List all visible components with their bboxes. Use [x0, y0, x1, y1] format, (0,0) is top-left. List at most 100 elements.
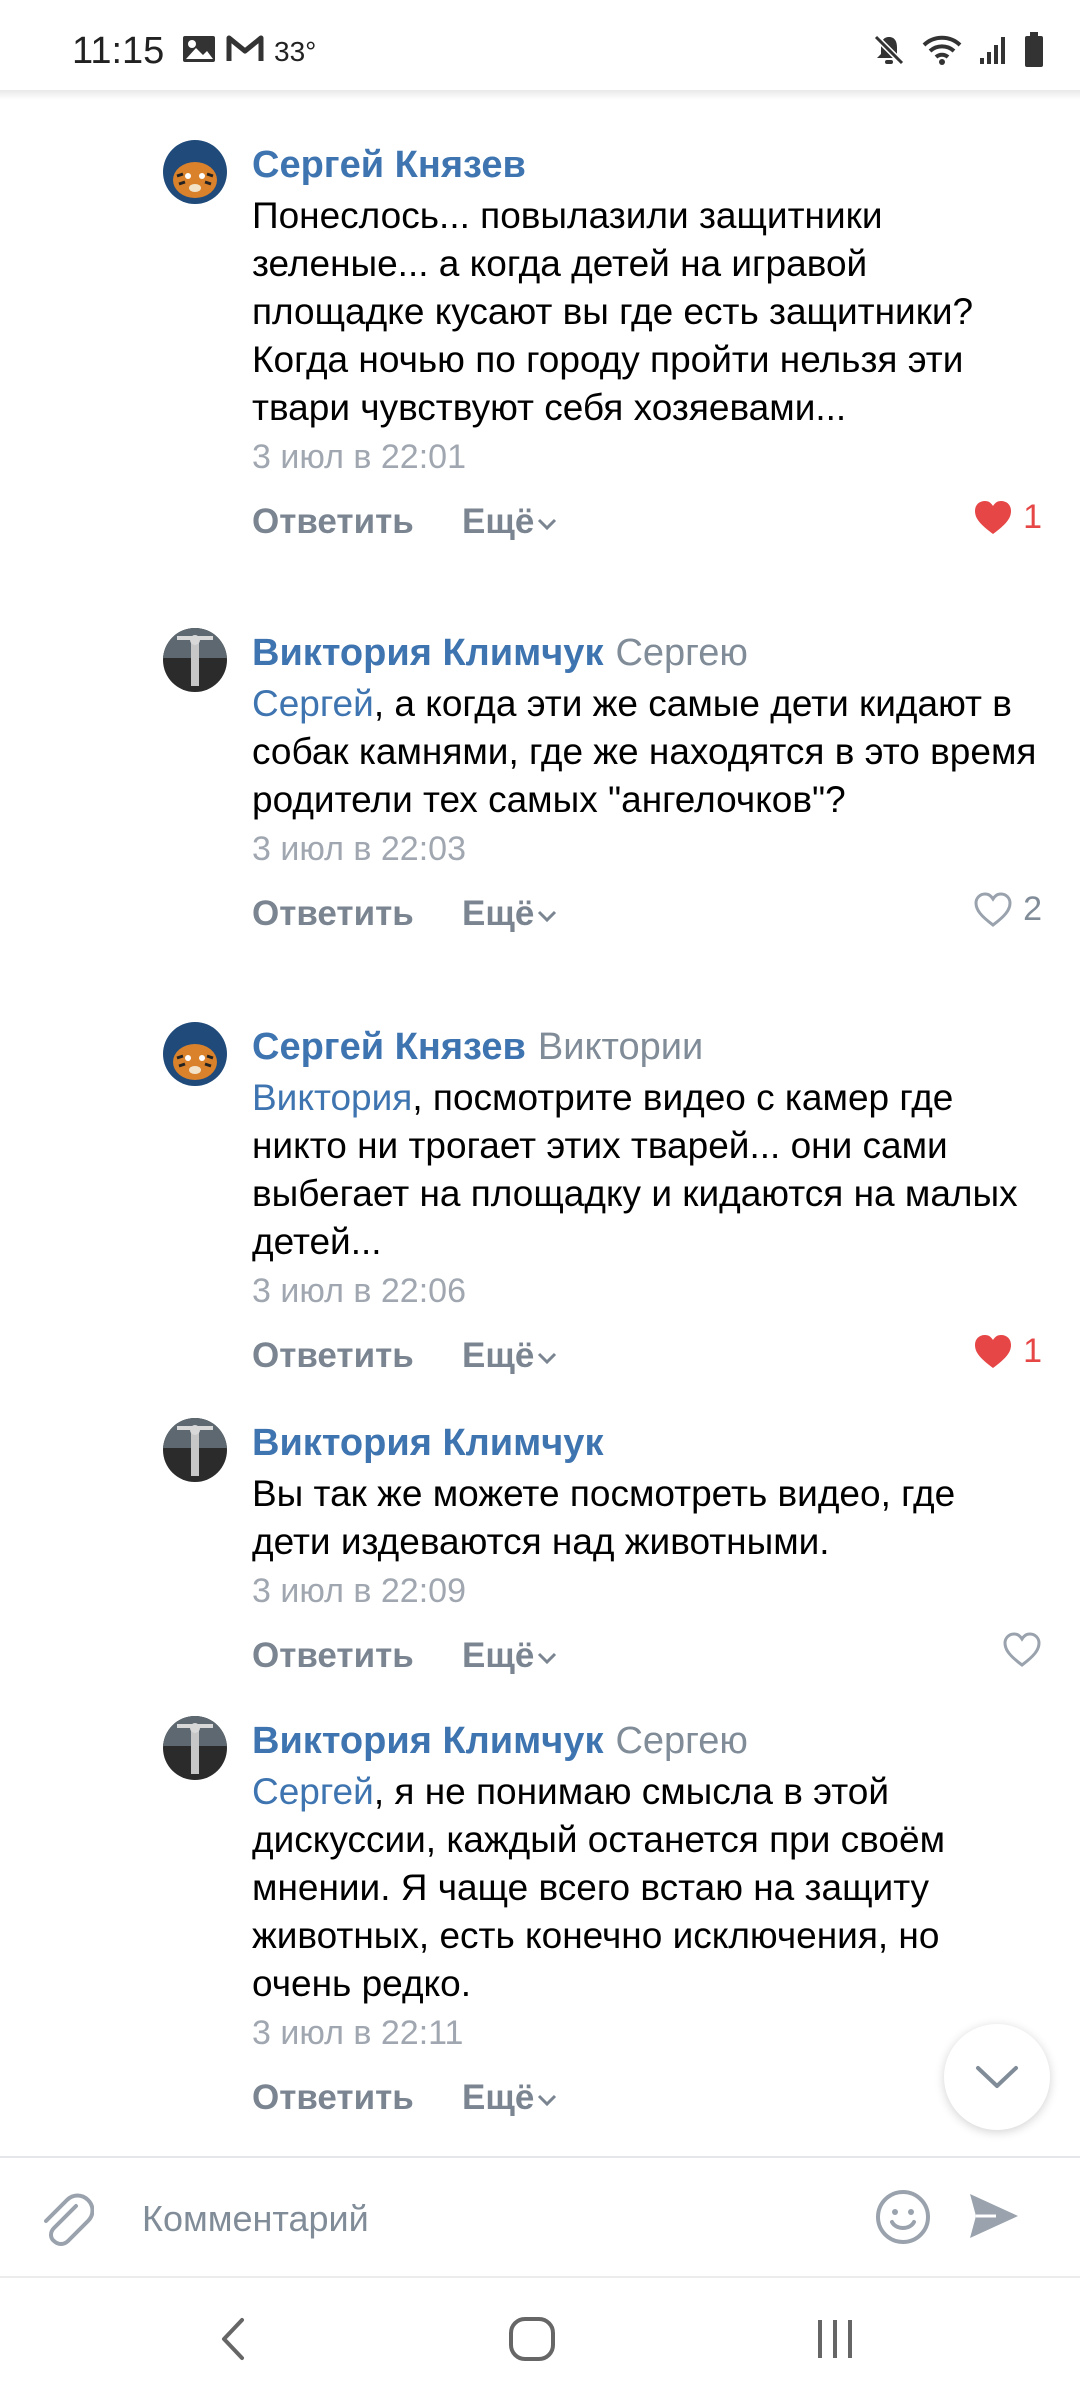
- emoji-button[interactable]: [874, 2188, 932, 2251]
- wifi-icon: [922, 34, 962, 71]
- like-button[interactable]: 2: [973, 890, 1042, 929]
- back-icon: [222, 2318, 244, 2360]
- reply-button[interactable]: Ответить: [252, 894, 414, 934]
- chevron-down-icon: [538, 1652, 557, 1664]
- nav-recent-button[interactable]: [810, 2314, 860, 2369]
- comment-composer: [0, 2156, 1080, 2278]
- comment-text: Виктория, посмотрите видео с камер где н…: [252, 1074, 1042, 1266]
- more-label: Ещё: [462, 1336, 535, 1375]
- nav-home-button[interactable]: [506, 2314, 558, 2369]
- mention-link[interactable]: Сергей: [252, 1771, 374, 1812]
- comment-text: Сергей, я не понимаю смысла в этой диску…: [252, 1768, 1042, 2008]
- chevron-down-icon: [538, 518, 557, 530]
- comment-date[interactable]: 3 июл в 22:09: [252, 1568, 1042, 1614]
- like-count: 2: [1023, 890, 1042, 928]
- chevron-down-icon: [538, 2094, 557, 2106]
- more-label: Ещё: [462, 1636, 535, 1675]
- status-right-icons: [872, 32, 1044, 73]
- avatar-tiger[interactable]: [163, 1022, 227, 1086]
- comment-actions: Ответить Ещё 1: [252, 494, 1042, 554]
- mention-link[interactable]: Виктория: [252, 1077, 412, 1118]
- scroll-down-button[interactable]: [944, 2024, 1050, 2130]
- reply-button[interactable]: Ответить: [252, 1636, 414, 1676]
- comment-date[interactable]: 3 июл в 22:11: [252, 2010, 1042, 2056]
- nav-back-button[interactable]: [210, 2314, 260, 2369]
- reply-button[interactable]: Ответить: [252, 2078, 414, 2118]
- chevron-down-icon: [538, 910, 557, 922]
- reply-to-label[interactable]: Виктории: [538, 1026, 703, 1068]
- heart-filled-icon: [975, 1334, 1012, 1368]
- send-icon: [970, 2194, 1018, 2238]
- more-label: Ещё: [462, 894, 535, 933]
- comment-header: Сергей Князев Виктории: [252, 1022, 1042, 1072]
- comment-text: Понеслось... повылазили защитники зелены…: [252, 195, 974, 428]
- more-button[interactable]: Ещё: [462, 502, 558, 542]
- status-bar: 11:15 33°: [0, 0, 1080, 92]
- avatar-statue[interactable]: [163, 1716, 227, 1780]
- more-label: Ещё: [462, 2078, 535, 2117]
- more-button[interactable]: Ещё: [462, 2078, 558, 2118]
- comment-body: Сергей Князев Понеслось... повылазили за…: [252, 140, 1042, 554]
- mute-icon: [872, 33, 906, 72]
- more-button[interactable]: Ещё: [462, 1636, 558, 1676]
- comment-date[interactable]: 3 июл в 22:01: [252, 434, 1042, 480]
- more-button[interactable]: Ещё: [462, 894, 558, 934]
- comment-header: Виктория Климчук Сергею: [252, 1716, 1042, 1766]
- like-count: 1: [1023, 1332, 1042, 1370]
- comment-text: Вы так же можете посмотреть видео, где д…: [252, 1473, 956, 1562]
- chevron-down-icon: [976, 2066, 1018, 2088]
- comment-input[interactable]: [140, 2188, 844, 2250]
- reply-button[interactable]: Ответить: [252, 1336, 414, 1376]
- status-time: 11:15: [72, 30, 165, 72]
- comment-actions: Ответить Ещё 2: [252, 886, 1042, 946]
- smile-icon: [876, 2190, 930, 2244]
- more-label: Ещё: [462, 502, 535, 541]
- heart-outline-icon: [1003, 1632, 1041, 1667]
- comment-header: Сергей Князев: [252, 140, 1042, 190]
- comment-date[interactable]: 3 июл в 22:03: [252, 826, 1042, 872]
- heart-outline-icon: [974, 891, 1012, 927]
- like-button[interactable]: [1002, 1632, 1042, 1668]
- signal-icon: [978, 34, 1008, 71]
- comment-date[interactable]: 3 июл в 22:06: [252, 1268, 1042, 1314]
- comment-body: Виктория Климчук Сергею Сергей, а когда э…: [252, 628, 1042, 946]
- gmail-icon: [226, 34, 264, 69]
- comment-body: Виктория Климчук Вы так же можете посмот…: [252, 1418, 1042, 1688]
- comment-header: Виктория Климчук: [252, 1418, 1042, 1468]
- comment-author[interactable]: Виктория Климчук: [252, 1720, 603, 1762]
- reply-button[interactable]: Ответить: [252, 502, 414, 542]
- comments-list[interactable]: Сергей Князев Понеслось... повылазили за…: [0, 92, 1080, 2152]
- like-button[interactable]: 1: [973, 1332, 1042, 1371]
- comment-text: Сергей, а когда эти же самые дети кидают…: [252, 680, 1042, 824]
- comment-actions: Ответить Ещё: [252, 2070, 1042, 2130]
- avatar-tiger[interactable]: [163, 140, 227, 204]
- comment-body: Сергей Князев Виктории Виктория, посмотри…: [252, 1022, 1042, 1388]
- system-navigation-bar: [0, 2276, 1080, 2402]
- mention-link[interactable]: Сергей: [252, 683, 374, 724]
- comment-actions: Ответить Ещё: [252, 1628, 1042, 1688]
- comment-author[interactable]: Сергей Князев: [252, 1026, 526, 1068]
- like-button[interactable]: 1: [973, 498, 1042, 537]
- image-icon: [182, 34, 216, 69]
- paperclip-icon: [44, 2193, 95, 2246]
- comment-author[interactable]: Сергей Князев: [252, 144, 526, 186]
- send-button[interactable]: [966, 2188, 1022, 2249]
- more-button[interactable]: Ещё: [462, 1336, 558, 1376]
- avatar-statue[interactable]: [163, 1418, 227, 1482]
- comment-body: Виктория Климчук Сергею Сергей, я не пони…: [252, 1716, 1042, 2130]
- reply-to-label[interactable]: Сергею: [615, 1720, 747, 1762]
- recent-apps-icon: [818, 2320, 852, 2358]
- avatar-statue[interactable]: [163, 628, 227, 692]
- comment-author[interactable]: Виктория Климчук: [252, 1422, 603, 1464]
- comment-author[interactable]: Виктория Климчук: [252, 632, 603, 674]
- reply-to-label[interactable]: Сергею: [615, 632, 747, 674]
- battery-icon: [1024, 32, 1044, 73]
- comment-header: Виктория Климчук Сергею: [252, 628, 1042, 678]
- like-count: 1: [1023, 498, 1042, 536]
- attach-button[interactable]: [36, 2188, 95, 2253]
- home-icon: [509, 2317, 555, 2361]
- heart-filled-icon: [975, 500, 1012, 534]
- status-temperature: 33°: [274, 35, 317, 67]
- comment-actions: Ответить Ещё 1: [252, 1328, 1042, 1388]
- chevron-down-icon: [538, 1352, 557, 1364]
